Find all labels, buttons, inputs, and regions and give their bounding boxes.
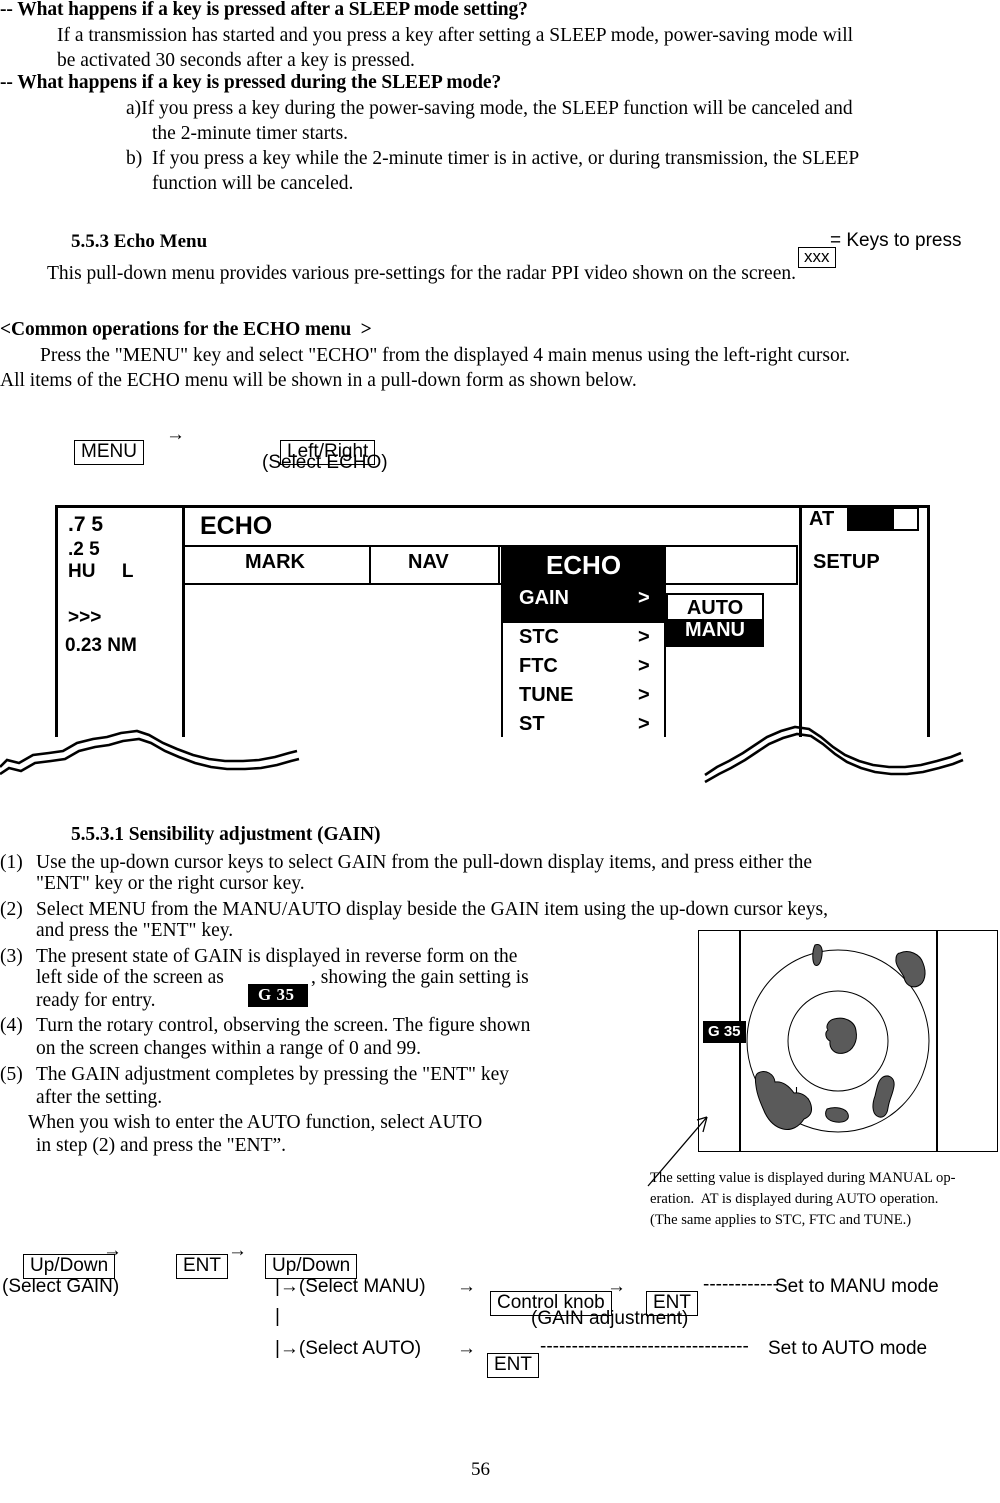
step-4-line-1: Turn the rotary control, observing the s…: [36, 1015, 531, 1036]
at-indicator-label: AT: [809, 508, 835, 530]
step-5-line-1: The GAIN adjustment completes by pressin…: [36, 1064, 509, 1085]
step-4-number: (4): [0, 1015, 23, 1036]
flow-gain-adjustment-note: (GAIN adjustment): [531, 1308, 689, 1329]
select-echo-note: (Select ECHO): [262, 452, 388, 473]
common-operations-line-2: All items of the ECHO menu will be shown…: [0, 370, 637, 391]
mockup-sidebar-divider: [182, 505, 185, 737]
step-2-number: (2): [0, 899, 23, 920]
sidebar-marker-arrows: >>>: [68, 607, 102, 628]
procedure-tail-line-2: in step (2) and press the "ENT”.: [36, 1135, 287, 1156]
tabbar-top-border: [184, 545, 798, 547]
menu-item-gain-arrow-icon: >: [638, 587, 650, 609]
section-intro: This pull-down menu provides various pre…: [47, 263, 796, 284]
menu-item-st-arrow-icon: >: [638, 713, 650, 735]
menu-item-ftc-label[interactable]: FTC: [519, 655, 558, 678]
tab-mark[interactable]: MARK: [245, 551, 305, 574]
menu-item-gain-label: GAIN: [519, 587, 569, 609]
tabbar-bottom-border: [184, 583, 798, 585]
flow-ent-key-1[interactable]: ENT: [160, 1236, 228, 1297]
faq-answer-2b-line-2: function will be canceled.: [152, 173, 354, 194]
faq-answer-2a-line-2: the 2-minute timer starts.: [152, 123, 349, 144]
flow-branch-manu-arrow-2-icon: →: [607, 1276, 626, 1297]
step-5-line-2: after the setting.: [36, 1087, 163, 1108]
page-number: 56: [471, 1459, 490, 1480]
step-3-line-2-suffix: , showing the gain setting is: [311, 967, 529, 988]
faq-answer-2a-line-1: a)If you press a key during the power-sa…: [126, 98, 853, 119]
flow-branch-manu-label: |→(Select MANU): [275, 1276, 426, 1297]
mockup-left-border: [55, 505, 58, 737]
tab-divider-3: [796, 545, 798, 585]
section-heading: 5.5.3 Echo Menu: [71, 231, 208, 252]
sidebar-range-upper: .7 5: [68, 513, 104, 536]
common-operations-heading: <Common operations for the ECHO menu >: [0, 319, 372, 340]
torn-edge-right-icon: [704, 725, 964, 784]
radar-caption-line-3: (The same applies to STC, FTC and TUNE.): [650, 1212, 912, 1228]
mockup-title: ECHO: [200, 512, 273, 540]
step-2-line-2: and press the "ENT" key.: [36, 920, 234, 941]
gain-inline-badge-label: G 35: [248, 984, 309, 1007]
tab-divider-2: [498, 545, 500, 585]
tab-nav[interactable]: NAV: [408, 551, 449, 574]
submenu-auto-label: AUTO: [686, 597, 744, 619]
tab-divider-1: [369, 545, 371, 585]
at-indicator-bar: [847, 507, 919, 531]
flow-ent-key-1-label: ENT: [176, 1254, 228, 1279]
flow-ent-key-3-label: ENT: [487, 1353, 539, 1378]
flow-arrow-2-icon: →: [228, 1240, 247, 1261]
common-operations-line-1: Press the "MENU" key and select "ECHO" f…: [40, 345, 851, 366]
tab-setup[interactable]: SETUP: [813, 551, 880, 574]
radar-caption-line-2: eration. AT is displayed during AUTO ope…: [650, 1191, 939, 1207]
step-3-line-2-prefix: left side of the screen as: [36, 967, 224, 988]
radar-gain-badge: G 35: [703, 1021, 746, 1043]
faq-answer-1-line-2: be activated 30 seconds after a key is p…: [57, 50, 415, 71]
flow-branch-pipe: |: [275, 1306, 280, 1327]
step-1-line-2: "ENT" key or the right cursor key.: [36, 873, 305, 894]
step-5-number: (5): [0, 1064, 23, 1085]
menu-item-stc-arrow-icon: >: [638, 626, 650, 648]
submenu-manu-label: MANU: [685, 619, 745, 641]
procedure-tail-line-1: When you wish to enter the AUTO function…: [28, 1112, 483, 1133]
radar-caption-line-1: The setting value is displayed during MA…: [650, 1170, 956, 1186]
flow-manu-result: Set to MANU mode: [775, 1276, 939, 1297]
echo-menu-mockup: .7 5 .2 5 HU L >>> 0.23 NM ECHO MARK NAV…: [0, 505, 964, 784]
menu-item-tune-label[interactable]: TUNE: [519, 684, 573, 707]
menu-key-label: MENU: [74, 440, 144, 465]
flow-select-gain-label: (Select GAIN): [2, 1276, 120, 1297]
faq-question-1: -- What happens if a key is pressed afte…: [0, 0, 528, 20]
menu-item-st-label[interactable]: ST: [519, 713, 545, 736]
flow-branch-auto-label: |→(Select AUTO): [275, 1338, 422, 1359]
menu-key-button[interactable]: MENU: [58, 422, 144, 483]
submenu-auto-option[interactable]: AUTO: [666, 593, 764, 621]
step-3-number: (3): [0, 946, 23, 967]
sidebar-range-value: 0.23 NM: [65, 635, 137, 656]
page-canvas: -- What happens if a key is pressed afte…: [0, 0, 1000, 1503]
keyflow-top-arrow-icon: →: [166, 424, 185, 445]
flow-ent-key-3[interactable]: ENT: [471, 1335, 539, 1396]
faq-answer-2b-line-1: b) If you press a key while the 2-minute…: [126, 148, 860, 169]
submenu-manu-option[interactable]: MANU: [666, 619, 764, 647]
sidebar-range-lower: .2 5: [68, 539, 100, 560]
menu-item-tune-arrow-icon: >: [638, 684, 650, 706]
at-indicator-fill: [849, 509, 894, 529]
flow-arrow-1-icon: →: [103, 1240, 122, 1261]
flow-auto-dashes: ---------------------------------: [540, 1336, 749, 1357]
legend-caption: = Keys to press: [830, 230, 962, 251]
faq-answer-1-line-1: If a transmission has started and you pr…: [57, 25, 854, 46]
mockup-right-border: [927, 505, 930, 737]
procedure-heading: 5.5.3.1 Sensibility adjustment (GAIN): [71, 824, 381, 845]
step-3-line-3: ready for entry.: [36, 990, 156, 1011]
menu-item-stc-label[interactable]: STC: [519, 626, 559, 649]
torn-edge-left-icon: [0, 729, 300, 776]
flow-auto-result: Set to AUTO mode: [768, 1338, 928, 1359]
faq-question-2: -- What happens if a key is pressed duri…: [0, 72, 502, 93]
flow-manu-dashes: ------------: [703, 1274, 779, 1295]
mockup-right-column-divider: [799, 505, 802, 737]
step-1-number: (1): [0, 852, 23, 873]
menu-item-ftc-arrow-icon: >: [638, 655, 650, 677]
step-4-line-2: on the screen changes within a range of …: [36, 1038, 421, 1059]
tab-echo-selected[interactable]: ECHO: [501, 545, 666, 585]
sidebar-headup-mode: HU L: [68, 561, 134, 582]
